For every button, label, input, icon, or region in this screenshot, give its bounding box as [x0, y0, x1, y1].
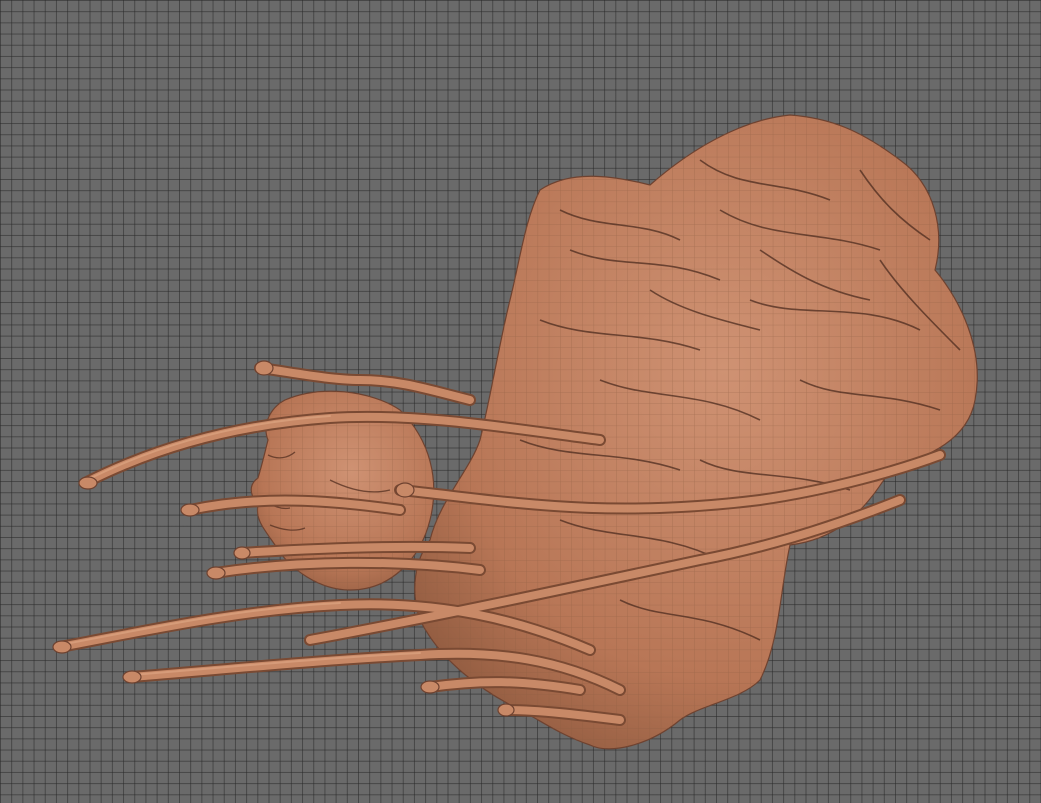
3d-viewport[interactable]: [0, 0, 1041, 803]
sculpt-model[interactable]: [0, 0, 1041, 803]
